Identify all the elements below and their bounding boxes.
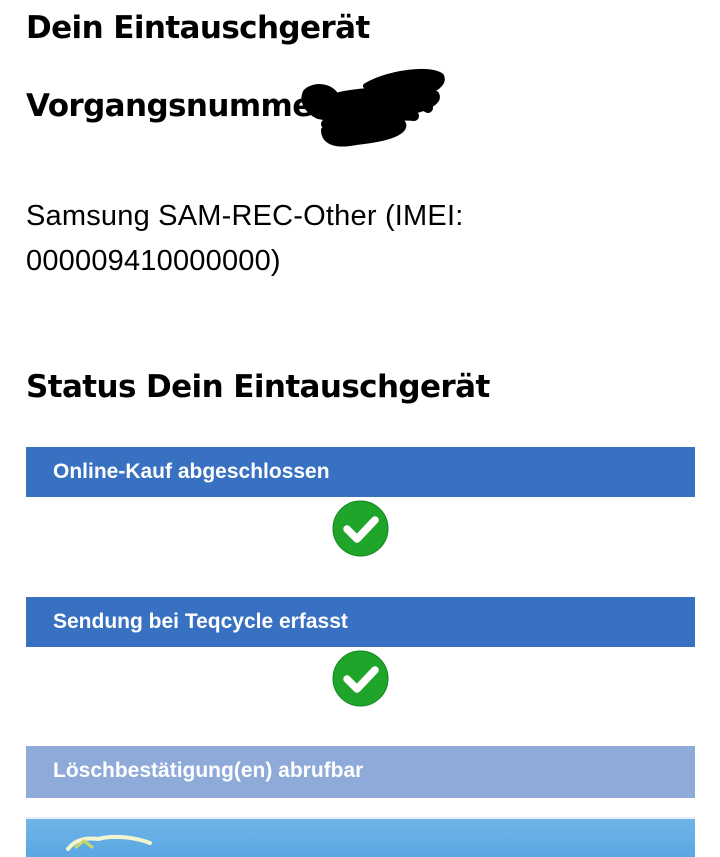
sticker-graphic bbox=[66, 834, 152, 851]
status-step-online-purchase: Online-Kauf abgeschlossen bbox=[26, 447, 695, 497]
page-title: Dein Eintauschgerät bbox=[26, 10, 370, 46]
certificate-preview-image bbox=[26, 817, 695, 857]
green-check-icon bbox=[332, 650, 389, 707]
order-number-redaction bbox=[301, 68, 445, 147]
status-heading: Status Dein Eintauschgerät bbox=[26, 369, 490, 405]
order-number-label: Vorgangsnummer bbox=[26, 88, 328, 124]
status-step-shipment-registered: Sendung bei Teqcycle erfasst bbox=[26, 597, 695, 647]
device-info: Samsung SAM-REC-Other (IMEI: 00000941000… bbox=[26, 200, 464, 277]
green-check-icon bbox=[332, 500, 389, 557]
status-step-erasure-certificates[interactable]: Löschbestätigung(en) abrufbar bbox=[26, 746, 695, 798]
